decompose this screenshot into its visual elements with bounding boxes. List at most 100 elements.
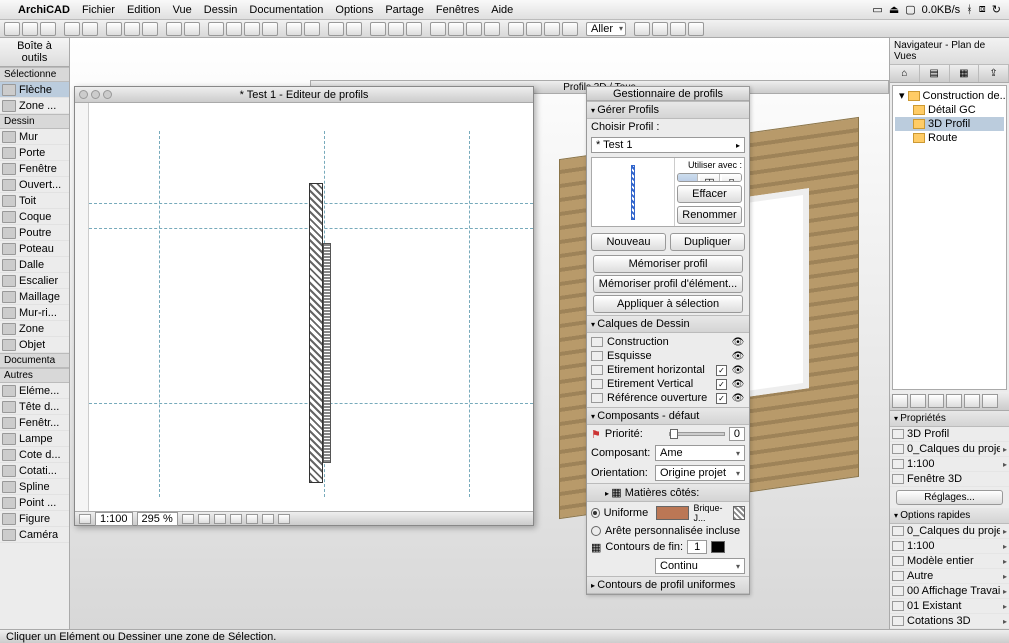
menu-options[interactable]: Options <box>335 4 373 16</box>
priorite-value[interactable]: 0 <box>729 427 745 441</box>
tb-ruler-icon[interactable] <box>484 22 500 36</box>
tool-spline[interactable]: Spline <box>0 479 69 495</box>
tb-measure-icon[interactable] <box>328 22 344 36</box>
tb-a-icon[interactable] <box>508 22 524 36</box>
section-contours-unif[interactable]: Contours de profil uniformes <box>587 576 749 594</box>
tb-copy-icon[interactable] <box>124 22 140 36</box>
tool-objet[interactable]: Objet <box>0 337 69 353</box>
tool-lampe[interactable]: Lampe <box>0 431 69 447</box>
properties-title[interactable]: Propriétés <box>890 411 1009 427</box>
layer-checkbox[interactable]: ✓ <box>716 393 727 404</box>
section-calques[interactable]: Calques de Dessin <box>587 315 749 333</box>
eye-icon[interactable]: 👁 <box>731 337 745 348</box>
tb-print-icon[interactable] <box>166 22 182 36</box>
tb-d-icon[interactable] <box>562 22 578 36</box>
profile-shape-inner[interactable] <box>323 243 331 463</box>
tree-item-3dprofil[interactable]: 3D Profil <box>895 117 1004 131</box>
display-icon[interactable]: ▢ <box>905 3 915 16</box>
tb-overlay-icon[interactable] <box>388 22 404 36</box>
menu-partage[interactable]: Partage <box>385 4 424 16</box>
tb-prev-icon[interactable] <box>634 22 650 36</box>
eye-icon[interactable]: 👁 <box>731 351 745 362</box>
layer-etir-h[interactable]: Etirement horizontal✓👁 <box>591 363 745 377</box>
tree-item-route[interactable]: Route <box>895 131 1004 145</box>
app-name[interactable]: ArchiCAD <box>18 4 70 16</box>
quick-scale[interactable]: 1:100▸ <box>890 539 1009 554</box>
quick-existant[interactable]: 01 Existant▸ <box>890 599 1009 614</box>
tool-tete[interactable]: Tête d... <box>0 399 69 415</box>
tool-maillage[interactable]: Maillage <box>0 289 69 305</box>
section-matieres[interactable]: ▦ Matières côtés: <box>587 483 749 502</box>
menu-aide[interactable]: Aide <box>491 4 513 16</box>
tb-new-icon[interactable] <box>4 22 20 36</box>
tb-undo-icon[interactable] <box>64 22 80 36</box>
tree-item-detail[interactable]: Détail GC <box>895 103 1004 117</box>
quick-cotations[interactable]: Cotations 3D▸ <box>890 614 1009 629</box>
nav-save-icon[interactable] <box>928 394 944 408</box>
sync-icon[interactable]: ↻ <box>992 3 1001 16</box>
tb-paste-icon[interactable] <box>142 22 158 36</box>
tb-layer-icon[interactable] <box>286 22 302 36</box>
uniforme-radio[interactable] <box>591 508 600 518</box>
menu-documentation[interactable]: Documentation <box>249 4 323 16</box>
sb-opts-icon[interactable] <box>278 514 290 524</box>
composant-combo[interactable]: Ame <box>655 445 745 461</box>
tb-plot-icon[interactable] <box>184 22 200 36</box>
tool-mur-rideau[interactable]: Mur-ri... <box>0 305 69 321</box>
sb-zoomout-icon[interactable] <box>198 514 210 524</box>
eye-icon[interactable]: 👁 <box>731 379 745 390</box>
nav-tab-project-icon[interactable]: ⌂ <box>890 65 920 82</box>
profile-editor-titlebar[interactable]: * Test 1 - Editeur de profils <box>75 87 533 103</box>
tool-escalier[interactable]: Escalier <box>0 273 69 289</box>
toolbox-cat-autres[interactable]: Autres <box>0 368 69 383</box>
layer-esquisse[interactable]: Esquisse👁 <box>591 349 745 363</box>
tb-guide-icon[interactable] <box>466 22 482 36</box>
memoriser-elem-button[interactable]: Mémoriser profil d'élément... <box>593 275 743 293</box>
nav-tab-views-icon[interactable]: ▤ <box>920 65 950 82</box>
menu-vue[interactable]: Vue <box>173 4 192 16</box>
tool-fenetre2[interactable]: Fenêtr... <box>0 415 69 431</box>
screen-icon[interactable]: ▭ <box>872 3 882 16</box>
nav-folder-icon[interactable] <box>910 394 926 408</box>
tool-ouverture[interactable]: Ouvert... <box>0 177 69 193</box>
layer-etir-v[interactable]: Etirement Vertical✓👁 <box>591 377 745 391</box>
tool-figure[interactable]: Figure <box>0 511 69 527</box>
tb-section-icon[interactable] <box>226 22 242 36</box>
quick-layers[interactable]: 0_Calques du projet▸ <box>890 524 1009 539</box>
tool-dalle[interactable]: Dalle <box>0 257 69 273</box>
dropbox-icon[interactable]: ⧈ <box>979 3 986 16</box>
nav-tab-publisher-icon[interactable]: ⇪ <box>979 65 1009 82</box>
prop-layers[interactable]: 0_Calques du projet▸ <box>890 442 1009 457</box>
nav-opts-icon[interactable] <box>982 394 998 408</box>
bluetooth-icon[interactable]: ᚼ <box>966 4 973 16</box>
tb-trace-icon[interactable] <box>370 22 386 36</box>
quick-autre[interactable]: Autre▸ <box>890 569 1009 584</box>
sb-zoom[interactable]: 295 % <box>137 512 178 526</box>
sb-prev-icon[interactable] <box>246 514 258 524</box>
menu-fichier[interactable]: Fichier <box>82 4 115 16</box>
profile-canvas[interactable] <box>89 103 533 511</box>
nav-tab-layouts-icon[interactable]: ▦ <box>950 65 980 82</box>
nav-del-icon[interactable] <box>946 394 962 408</box>
tool-cotation[interactable]: Cotati... <box>0 463 69 479</box>
orientation-combo[interactable]: Origine projet <box>655 465 745 481</box>
tb-home-icon[interactable] <box>688 22 704 36</box>
tool-fleche[interactable]: Flèche <box>0 82 69 98</box>
tb-detail-icon[interactable] <box>262 22 278 36</box>
pen-swatch[interactable] <box>711 541 725 553</box>
layer-checkbox[interactable]: ✓ <box>716 379 727 390</box>
tb-elevation-icon[interactable] <box>244 22 260 36</box>
sb-next-icon[interactable] <box>262 514 274 524</box>
quick-options-title[interactable]: Options rapides <box>890 508 1009 524</box>
zoom-icon[interactable] <box>103 90 112 99</box>
tool-cote[interactable]: Cote d... <box>0 447 69 463</box>
tb-aller-combo[interactable]: Aller <box>586 22 626 36</box>
menu-edition[interactable]: Edition <box>127 4 161 16</box>
dupliquer-button[interactable]: Dupliquer <box>670 233 745 251</box>
layer-ref-ouv[interactable]: Référence ouverture✓👁 <box>591 391 745 405</box>
memoriser-button[interactable]: Mémoriser profil <box>593 255 743 273</box>
tb-3d-icon[interactable] <box>208 22 224 36</box>
toolbox-cat-doc[interactable]: Documenta <box>0 353 69 368</box>
renommer-button[interactable]: Renommer <box>677 206 742 224</box>
close-icon[interactable] <box>79 90 88 99</box>
